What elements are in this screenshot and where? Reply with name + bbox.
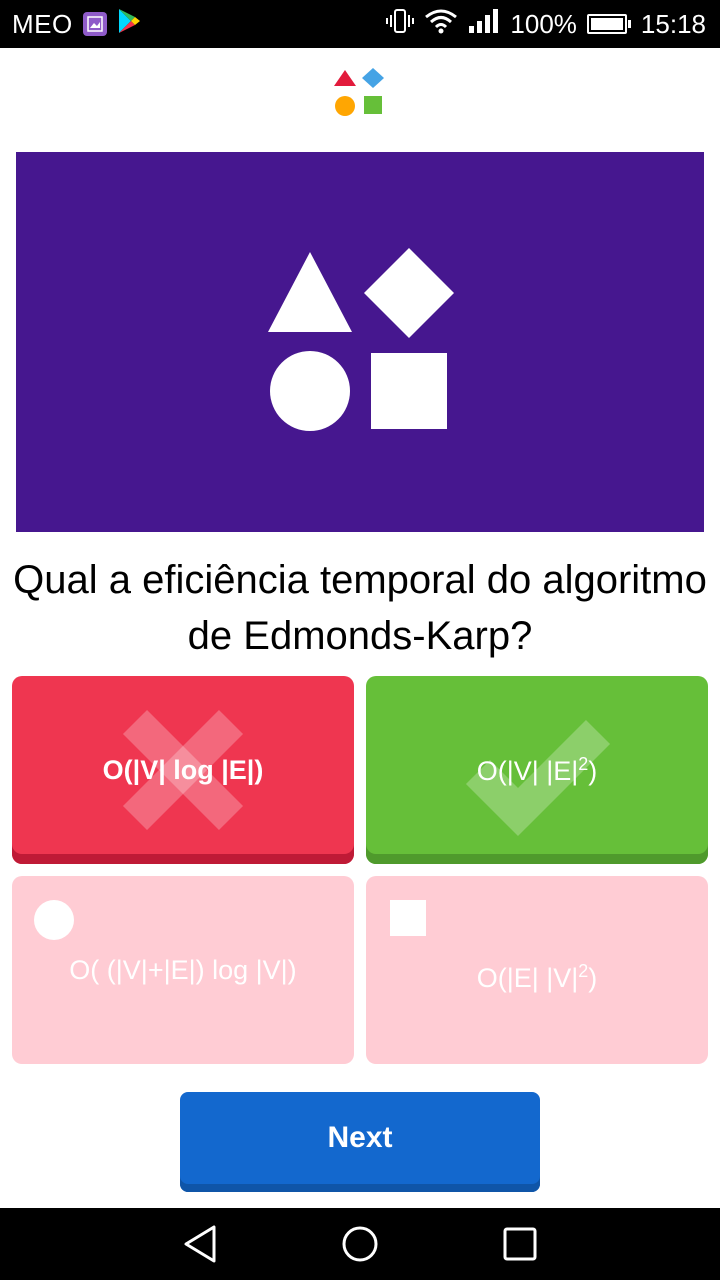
answer-circle[interactable]: O( (|V|+|E|) log |V|) xyxy=(12,876,354,1064)
clock: 15:18 xyxy=(640,8,706,39)
signal-icon xyxy=(468,8,500,41)
shapes-logo-icon xyxy=(334,68,384,116)
recents-icon[interactable] xyxy=(490,1214,550,1274)
status-bar: MEO 100% 15:18 xyxy=(0,0,720,48)
answer-diamond[interactable]: O(|V| |E|2) xyxy=(366,676,708,864)
navigation-bar xyxy=(0,1208,720,1280)
circle-icon xyxy=(34,900,74,940)
battery-percent: 100% xyxy=(510,8,577,39)
answer-label: O(|E| |V|2) xyxy=(476,960,598,993)
home-icon[interactable] xyxy=(330,1214,390,1274)
vibrate-icon xyxy=(386,8,415,41)
answer-label: O(|V| |E|2) xyxy=(476,753,598,786)
answer-triangle[interactable]: O(|V| log |E|) xyxy=(12,676,354,864)
answer-label: O(|V| log |E|) xyxy=(102,754,264,785)
question-image xyxy=(16,152,704,532)
gallery-icon xyxy=(82,12,107,36)
question-text: Qual a eficiência temporal do algoritmo … xyxy=(13,558,707,658)
shapes-icon xyxy=(268,248,454,431)
play-store-icon xyxy=(117,8,141,41)
answer-square[interactable]: O(|E| |V|2) xyxy=(366,876,708,1064)
carrier-name: MEO xyxy=(12,8,73,39)
wifi-icon xyxy=(424,8,458,41)
back-icon[interactable] xyxy=(170,1214,230,1274)
next-button[interactable]: Next xyxy=(180,1092,540,1192)
app-header xyxy=(0,48,720,140)
square-icon xyxy=(390,900,426,936)
battery-icon xyxy=(586,14,631,34)
answer-label: O( (|V|+|E|) log |V|) xyxy=(69,954,297,985)
